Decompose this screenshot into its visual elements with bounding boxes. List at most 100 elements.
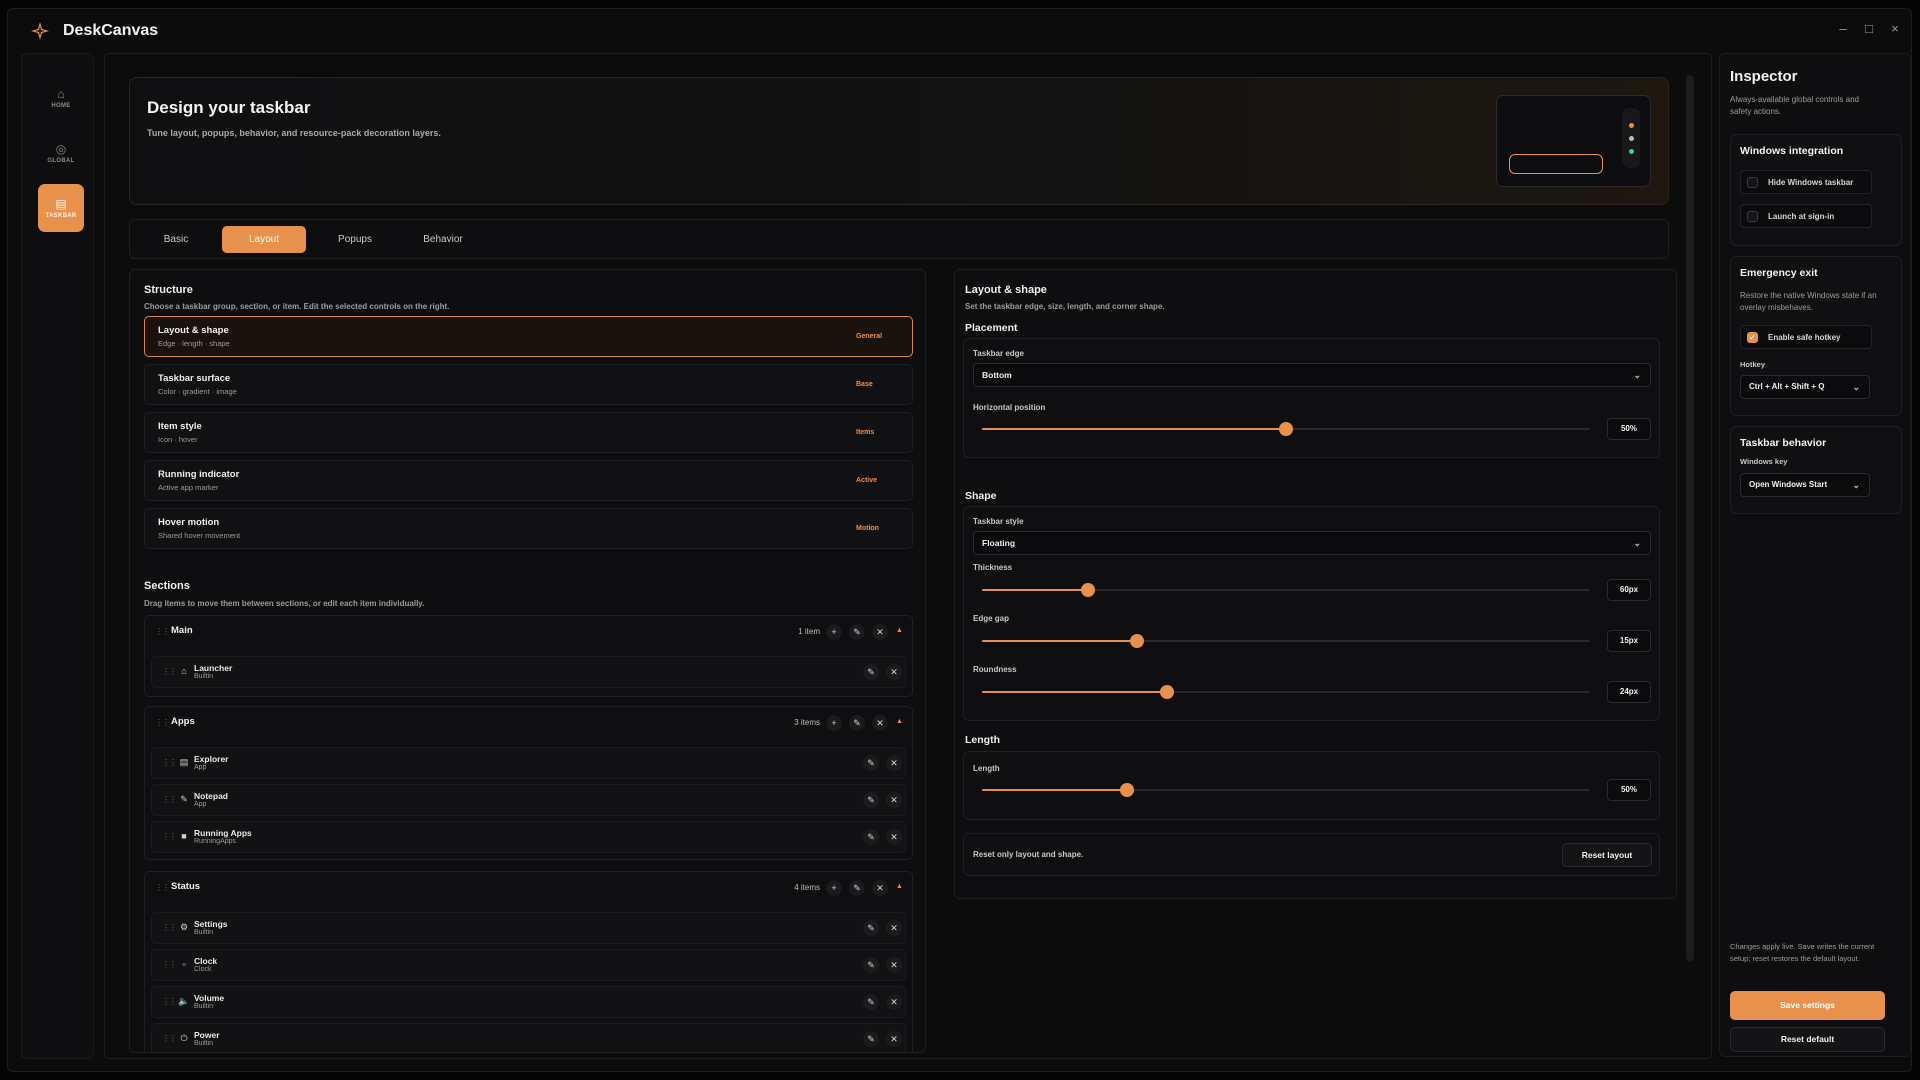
section-item[interactable]: ⋮⋮ ⚙ Settings Builtin ✎ ✕	[151, 912, 906, 944]
drag-handle-icon[interactable]: ⋮⋮	[162, 667, 177, 676]
drag-handle-icon[interactable]: ⋮⋮	[162, 795, 177, 804]
placement-title: Placement	[965, 322, 1018, 334]
add-item-button[interactable]: +	[826, 624, 842, 640]
delete-section-button[interactable]: ✕	[872, 624, 888, 640]
emergency-exit-desc: Restore the native Windows state if an o…	[1740, 291, 1877, 312]
item-type: Builtin	[194, 673, 214, 680]
checkbox-box[interactable]	[1747, 177, 1758, 188]
delete-item-button[interactable]: ✕	[886, 1031, 902, 1047]
delete-section-button[interactable]: ✕	[872, 715, 888, 731]
horizontal-position-slider[interactable]	[982, 422, 1590, 436]
delete-item-button[interactable]: ✕	[886, 957, 902, 973]
tab-popups[interactable]: Popups	[316, 226, 394, 253]
delete-item-button[interactable]: ✕	[886, 792, 902, 808]
check-icon[interactable]: ✓	[1747, 332, 1758, 343]
edit-item-button[interactable]: ✎	[863, 1031, 879, 1047]
edge-gap-slider[interactable]	[982, 634, 1590, 648]
add-item-button[interactable]: +	[826, 880, 842, 896]
checkbox-box[interactable]	[1747, 211, 1758, 222]
length-value[interactable]: 50%	[1607, 779, 1651, 801]
minimize-button[interactable]: –	[1834, 21, 1852, 36]
collapse-icon[interactable]: ▲	[896, 718, 903, 725]
delete-item-button[interactable]: ✕	[886, 920, 902, 936]
delete-item-button[interactable]: ✕	[886, 994, 902, 1010]
tab-layout[interactable]: Layout	[222, 226, 306, 253]
slider-thumb[interactable]	[1081, 583, 1096, 597]
reset-default-button[interactable]: Reset default	[1730, 1027, 1885, 1052]
section-item[interactable]: ⋮⋮ ⏻ Power Builtin ✎ ✕	[151, 1023, 906, 1052]
drag-handle-icon[interactable]: ⋮⋮	[162, 960, 177, 969]
thickness-value[interactable]: 60px	[1607, 579, 1651, 601]
edit-section-button[interactable]: ✎	[849, 715, 865, 731]
launch-at-signin-checkbox[interactable]: Launch at sign-in	[1740, 204, 1872, 228]
roundness-value[interactable]: 24px	[1607, 681, 1651, 703]
edit-item-button[interactable]: ✎	[863, 829, 879, 845]
chevron-down-icon: ⌄	[1633, 370, 1641, 380]
drag-handle-icon[interactable]: ⋮⋮	[162, 1034, 177, 1043]
rail-label: TASKBAR	[45, 212, 77, 219]
edit-section-button[interactable]: ✎	[849, 624, 865, 640]
structure-row-taskbar-surface[interactable]: Taskbar surface Color · gradient · image…	[144, 364, 913, 405]
section-item[interactable]: ⋮⋮ ✎ Notepad App ✎ ✕	[151, 784, 906, 816]
main-scrollbar[interactable]	[1686, 75, 1694, 961]
reset-layout-button[interactable]: Reset layout	[1562, 843, 1652, 867]
drag-handle-icon[interactable]: ⋮⋮	[155, 883, 170, 892]
drag-handle-icon[interactable]: ⋮⋮	[162, 832, 177, 841]
drag-handle-icon[interactable]: ⋮⋮	[162, 758, 177, 767]
slider-thumb[interactable]	[1279, 422, 1293, 436]
drag-handle-icon[interactable]: ⋮⋮	[155, 718, 170, 727]
save-settings-button[interactable]: Save settings	[1730, 991, 1885, 1020]
row-subtitle: Active app marker	[158, 483, 219, 492]
edit-item-button[interactable]: ✎	[863, 994, 879, 1010]
collapse-icon[interactable]: ▲	[896, 883, 903, 890]
rail-item-home[interactable]: ⌂ HOME	[38, 74, 84, 122]
delete-section-button[interactable]: ✕	[872, 880, 888, 896]
drag-handle-icon[interactable]: ⋮⋮	[155, 627, 170, 636]
structure-row-layout-shape[interactable]: Layout & shape Edge · length · shape Gen…	[144, 316, 913, 357]
slider-thumb[interactable]	[1130, 634, 1145, 648]
rail-item-global[interactable]: ◎ GLOBAL	[38, 129, 84, 177]
windows-key-select[interactable]: Open Windows Start ⌄	[1740, 473, 1870, 497]
edge-gap-value[interactable]: 15px	[1607, 630, 1651, 652]
maximize-button[interactable]: □	[1860, 21, 1878, 36]
select-value: Open Windows Start	[1749, 480, 1828, 489]
drag-handle-icon[interactable]: ⋮⋮	[162, 923, 177, 932]
hotkey-select[interactable]: Ctrl + Alt + Shift + Q ⌄	[1740, 375, 1870, 399]
section-item[interactable]: ⋮⋮ ■ Running Apps RunningApps ✎ ✕	[151, 821, 906, 853]
structure-row-hover-motion[interactable]: Hover motion Shared hover movement Motio…	[144, 508, 913, 549]
section-item[interactable]: ⋮⋮ ▤ Explorer App ✎ ✕	[151, 747, 906, 779]
edit-item-button[interactable]: ✎	[863, 792, 879, 808]
close-button[interactable]: ×	[1886, 21, 1904, 36]
edit-item-button[interactable]: ✎	[863, 957, 879, 973]
slider-thumb[interactable]	[1119, 783, 1134, 797]
edit-item-button[interactable]: ✎	[863, 920, 879, 936]
edit-item-button[interactable]: ✎	[863, 755, 879, 771]
section-item[interactable]: ⋮⋮ 🔈 Volume Builtin ✎ ✕	[151, 986, 906, 1018]
delete-item-button[interactable]: ✕	[886, 829, 902, 845]
taskbar-style-select[interactable]: Floating ⌄	[973, 531, 1651, 555]
roundness-slider[interactable]	[982, 685, 1590, 699]
collapse-icon[interactable]: ▲	[896, 627, 903, 634]
structure-row-running-indicator[interactable]: Running indicator Active app marker Acti…	[144, 460, 913, 501]
tab-basic[interactable]: Basic	[140, 226, 212, 253]
drag-handle-icon[interactable]: ⋮⋮	[162, 997, 177, 1006]
taskbar-edge-select[interactable]: Bottom ⌄	[973, 363, 1651, 387]
rail-item-taskbar[interactable]: ▤ TASKBAR	[38, 184, 84, 232]
delete-item-button[interactable]: ✕	[886, 664, 902, 680]
length-slider[interactable]	[982, 783, 1590, 797]
section-item[interactable]: ⋮⋮ ▫ Clock Clock ✎ ✕	[151, 949, 906, 981]
add-item-button[interactable]: +	[826, 715, 842, 731]
delete-item-button[interactable]: ✕	[886, 755, 902, 771]
hide-windows-taskbar-checkbox[interactable]: Hide Windows taskbar	[1740, 170, 1872, 194]
globe-icon: ◎	[55, 141, 67, 156]
row-tag: General	[856, 333, 883, 340]
edit-section-button[interactable]: ✎	[849, 880, 865, 896]
thickness-slider[interactable]	[982, 583, 1590, 597]
section-item[interactable]: ⋮⋮ ⌂ Launcher Builtin ✎ ✕	[151, 656, 906, 688]
edit-item-button[interactable]: ✎	[863, 664, 879, 680]
structure-row-item-style[interactable]: Item style Icon · hover Items	[144, 412, 913, 453]
slider-thumb[interactable]	[1160, 685, 1175, 699]
tab-behavior[interactable]: Behavior	[400, 226, 486, 253]
horizontal-position-value[interactable]: 50%	[1607, 418, 1651, 440]
enable-safe-hotkey-checkbox[interactable]: ✓ Enable safe hotkey	[1740, 325, 1872, 349]
